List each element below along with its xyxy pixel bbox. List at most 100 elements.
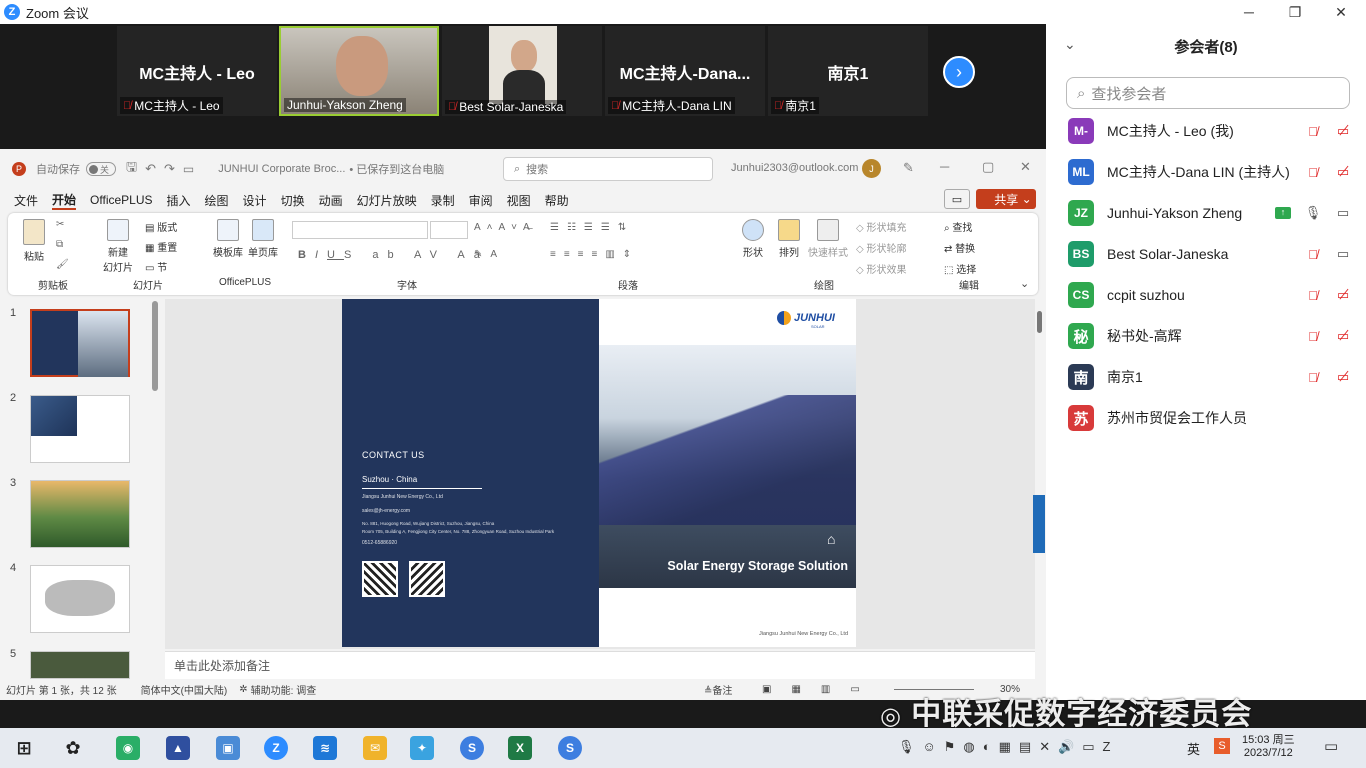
template-library-button[interactable]: 模板库 <box>212 219 244 259</box>
participant-row[interactable]: 苏 苏州市贸促会工作人员 <box>1068 401 1358 435</box>
slide-thumbnail-1[interactable] <box>30 309 130 377</box>
tab-transitions[interactable]: 切换 <box>281 192 305 209</box>
participant-row[interactable]: M- MC主持人 - Leo (我) 🎙̸ ▭̸ <box>1068 114 1358 148</box>
pen-icon[interactable]: ✎ <box>903 160 914 176</box>
autosave-toggle[interactable]: 关 <box>86 162 116 176</box>
language-status[interactable]: 简体中文(中国大陆) <box>141 682 228 697</box>
minimize-button[interactable]: ─ <box>1226 0 1272 24</box>
video-off-icon[interactable]: ▭̸ <box>1328 328 1358 344</box>
mic-muted-icon[interactable]: 🎙̸ <box>1298 165 1328 180</box>
list-tools[interactable]: ☰☷☰☰⇅ <box>550 222 634 233</box>
tab-file[interactable]: 文件 <box>14 192 38 209</box>
find-button[interactable]: ⌕ 查找 <box>944 219 972 234</box>
account-avatar[interactable]: J <box>862 159 881 178</box>
shape-effect-button[interactable]: ◇ 形状效果 <box>856 261 906 276</box>
slide-thumbnail-2[interactable] <box>30 395 130 463</box>
video-tile[interactable]: MC主持人 - Leo 🎙̸ MC主持人 - Leo <box>117 26 277 116</box>
shape-outline-button[interactable]: ◇ 形状轮廓 <box>856 240 906 255</box>
accessibility-status[interactable]: 辅助功能: 调查 <box>251 682 317 697</box>
video-off-icon[interactable]: ▭̸ <box>1328 123 1358 139</box>
font-format-tools[interactable]: BIUS ab AV Aa <box>298 249 489 261</box>
mic-icon[interactable]: 🎙 <box>1298 205 1328 221</box>
video-icon[interactable]: ▭ <box>1328 246 1358 262</box>
excel-icon[interactable]: X <box>508 736 532 760</box>
video-tile[interactable]: 🎙̸ Best Solar-Janeska <box>442 26 602 116</box>
paste-button[interactable]: 粘贴 <box>20 219 48 263</box>
tab-draw[interactable]: 绘图 <box>205 192 229 209</box>
mic-muted-icon[interactable]: 🎙̸ <box>1298 288 1328 303</box>
video-tile[interactable]: MC主持人-Dana... 🎙̸ MC主持人-Dana LIN <box>605 26 765 116</box>
minimize-icon[interactable]: ─ <box>940 159 949 174</box>
close-button[interactable]: ✕ <box>1318 0 1364 24</box>
notes-toggle[interactable]: ≜备注 <box>704 682 732 697</box>
format-painter-icon[interactable]: 🖌 <box>56 259 69 270</box>
save-icon[interactable]: 🖫 <box>126 158 137 180</box>
collapse-ribbon-icon[interactable]: ⌄ <box>1020 277 1029 290</box>
copy-icon[interactable]: ⧉ <box>56 239 63 250</box>
ime-indicator[interactable]: 英 <box>1187 739 1200 758</box>
notification-icon[interactable]: ▭ <box>1324 737 1338 755</box>
undo-icon[interactable]: ↶ <box>145 161 156 177</box>
participant-search-input[interactable]: ⌕ 查找参会者 <box>1066 77 1350 109</box>
share-button[interactable]: 共享 ⌄ <box>976 189 1036 209</box>
app-icon[interactable]: ≋ <box>313 736 337 760</box>
font-size-field[interactable] <box>430 221 468 239</box>
tab-record[interactable]: 录制 <box>431 192 455 209</box>
slide-thumbnail-5[interactable] <box>30 651 130 679</box>
mic-muted-icon[interactable]: 🎙̸ <box>1298 370 1328 385</box>
mail-icon[interactable]: ✉ <box>363 736 387 760</box>
redo-icon[interactable]: ↷ <box>164 161 175 177</box>
video-icon[interactable]: ▭ <box>1328 205 1358 221</box>
present-icon[interactable]: ▭ <box>183 162 194 176</box>
view-buttons[interactable]: ▣▦▥▭ <box>762 684 880 695</box>
slide-thumbnail-3[interactable] <box>30 480 130 548</box>
close-icon[interactable]: ✕ <box>1020 159 1031 175</box>
system-tray-icons[interactable]: 🎙☺⚑◍◐▦▤✕🔊▭Z <box>898 739 1119 755</box>
ppt-search-input[interactable]: ⌕ 搜索 <box>503 157 713 181</box>
video-off-icon[interactable]: ▭̸ <box>1328 369 1358 385</box>
video-tile[interactable]: 南京1 🎙̸ 南京1 <box>768 26 928 116</box>
participant-row[interactable]: JZ Junhui-Yakson Zheng ↑ 🎙 ▭ <box>1068 196 1358 230</box>
tab-design[interactable]: 设计 <box>243 192 267 209</box>
slide[interactable]: CONTACT US Suzhou · China Jiangsu Junhui… <box>342 299 856 647</box>
participant-row[interactable]: BS Best Solar-Janeska 🎙̸ ▭ <box>1068 237 1358 271</box>
restore-icon[interactable]: ▢ <box>982 159 994 175</box>
participant-row[interactable]: 南 南京1 🎙̸ ▭̸ <box>1068 360 1358 394</box>
next-page-arrow-icon[interactable]: › <box>943 56 975 88</box>
app-icon[interactable]: ▣ <box>216 736 240 760</box>
arrange-button[interactable]: 排列 <box>774 219 804 259</box>
participant-row[interactable]: ML MC主持人-Dana LIN (主持人) 🎙̸ ▭̸ <box>1068 155 1358 189</box>
font-size-tools[interactable]: A˄A˅A̶ <box>474 222 536 233</box>
shape-fill-button[interactable]: ◇ 形状填充 <box>856 219 906 234</box>
tab-view[interactable]: 视图 <box>507 192 531 209</box>
restore-button[interactable]: ❐ <box>1272 0 1318 24</box>
tab-insert[interactable]: 插入 <box>167 192 191 209</box>
font-name-field[interactable] <box>292 221 428 239</box>
mic-muted-icon[interactable]: 🎙̸ <box>1298 247 1328 262</box>
pinwheel-app-icon[interactable]: ✿ <box>61 736 85 760</box>
tab-officeplus[interactable]: OfficePLUS <box>90 193 152 207</box>
canvas-scrollbar[interactable] <box>1037 311 1042 333</box>
notes-pane[interactable]: 单击此处添加备注 <box>165 651 1035 679</box>
shape-button[interactable]: 形状 <box>738 219 768 259</box>
wechat-icon[interactable]: ◉ <box>116 736 140 760</box>
align-tools[interactable]: ≡≡≡≡▥⇕ <box>550 249 639 260</box>
app-icon[interactable]: ▲ <box>166 736 190 760</box>
mic-muted-icon[interactable]: 🎙̸ <box>1298 329 1328 344</box>
clock[interactable]: 15:03 周三 2023/7/12 <box>1242 731 1295 759</box>
video-off-icon[interactable]: ▭̸ <box>1328 164 1358 180</box>
app-icon[interactable]: ✦ <box>410 736 434 760</box>
select-button[interactable]: ⬚ 选择 <box>944 261 976 276</box>
tab-help[interactable]: 帮助 <box>545 192 569 209</box>
video-off-icon[interactable]: ▭̸ <box>1328 287 1358 303</box>
video-tile-active[interactable]: Junhui-Yakson Zheng <box>279 26 439 116</box>
mic-muted-icon[interactable]: 🎙̸ <box>1298 124 1328 139</box>
document-title[interactable]: JUNHUI Corporate Broc... <box>218 163 345 175</box>
new-slide-button[interactable]: 新建 幻灯片 <box>100 219 136 274</box>
quick-style-button[interactable]: 快速样式 <box>808 219 848 259</box>
sogou-icon[interactable]: S <box>1214 738 1230 754</box>
tab-review[interactable]: 审阅 <box>469 192 493 209</box>
comments-icon[interactable]: ▭ <box>944 189 970 209</box>
cut-icon[interactable]: ✂ <box>56 219 64 230</box>
reset-button[interactable]: ▦ 重置 <box>145 239 177 254</box>
